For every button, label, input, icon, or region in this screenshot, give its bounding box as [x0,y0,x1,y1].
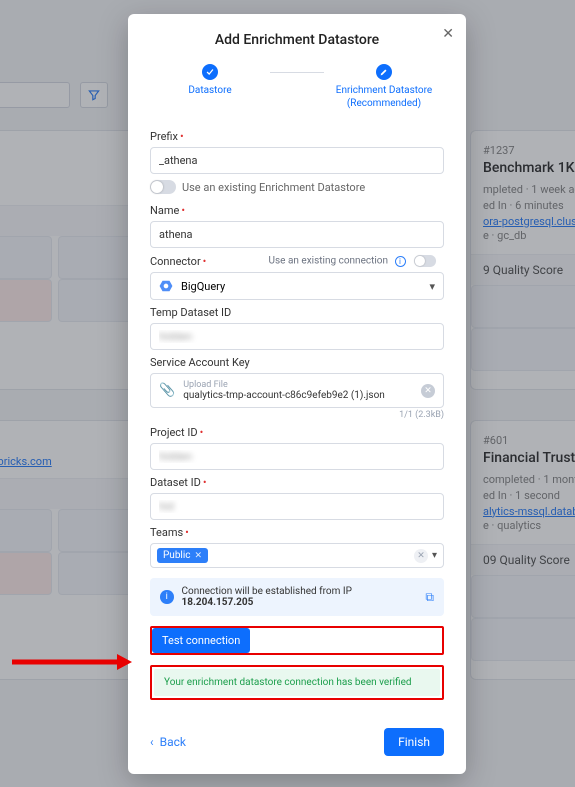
copy-icon[interactable]: ⧉ [425,590,434,605]
info-icon[interactable]: i [395,256,406,267]
service-account-key-upload[interactable]: 📎 Upload File qualytics-tmp-account-c86c… [150,373,444,408]
step-datastore[interactable]: Datastore [150,64,270,97]
project-id-input[interactable] [150,443,444,470]
stepper: Datastore Enrichment Datastore(Recommend… [150,64,444,110]
temp-dataset-input[interactable] [150,323,444,350]
close-icon[interactable]: ✕ [442,26,454,42]
name-input[interactable] [150,221,444,248]
connector-label: Connector• Use an existing connection i [150,254,444,268]
back-button[interactable]: ‹ Back [150,735,186,749]
paperclip-icon: 📎 [159,383,175,398]
prefix-input[interactable] [150,147,444,174]
name-label: Name• [150,204,444,217]
connection-ip-info: i Connection will be established from IP… [150,578,444,616]
use-existing-connection-toggle[interactable] [414,255,436,267]
bigquery-icon [159,279,173,293]
finish-button[interactable]: Finish [384,728,444,756]
use-existing-datastore-toggle[interactable]: Use an existing Enrichment Datastore [150,180,444,194]
upload-meta: 1/1 (2.3kB) [150,410,444,420]
remove-file-icon[interactable]: ✕ [421,384,435,398]
clear-teams-icon[interactable]: ✕ [414,549,428,563]
chevron-down-icon: ▾ [432,550,437,561]
add-enrichment-datastore-modal: ✕ Add Enrichment Datastore Datastore Enr… [128,14,466,774]
dataset-id-label: Dataset ID• [150,476,444,489]
chevron-left-icon: ‹ [150,735,154,749]
service-account-key-label: Service Account Key [150,356,444,369]
annotation-highlight: Your enrichment datastore connection has… [150,665,444,700]
check-icon [202,64,218,80]
connection-verified-message: Your enrichment datastore connection has… [154,669,440,696]
toggle-icon [150,180,176,194]
project-id-label: Project ID• [150,426,444,439]
step-enrichment[interactable]: Enrichment Datastore(Recommended) [324,64,444,110]
teams-select[interactable]: Public✕ ✕ ▾ [150,543,444,568]
teams-label: Teams• [150,526,444,539]
remove-chip-icon[interactable]: ✕ [195,551,203,561]
temp-dataset-label: Temp Dataset ID [150,306,444,319]
info-icon: i [160,590,174,604]
annotation-highlight: Test connection [150,626,444,655]
connector-select[interactable]: BigQuery ▾ [150,272,444,300]
team-chip-public[interactable]: Public✕ [157,548,208,563]
modal-title: Add Enrichment Datastore [150,32,444,48]
chevron-down-icon: ▾ [429,280,435,293]
prefix-label: Prefix• [150,130,444,143]
pencil-icon [376,64,392,80]
dataset-id-input[interactable] [150,493,444,520]
test-connection-button[interactable]: Test connection [152,628,250,653]
